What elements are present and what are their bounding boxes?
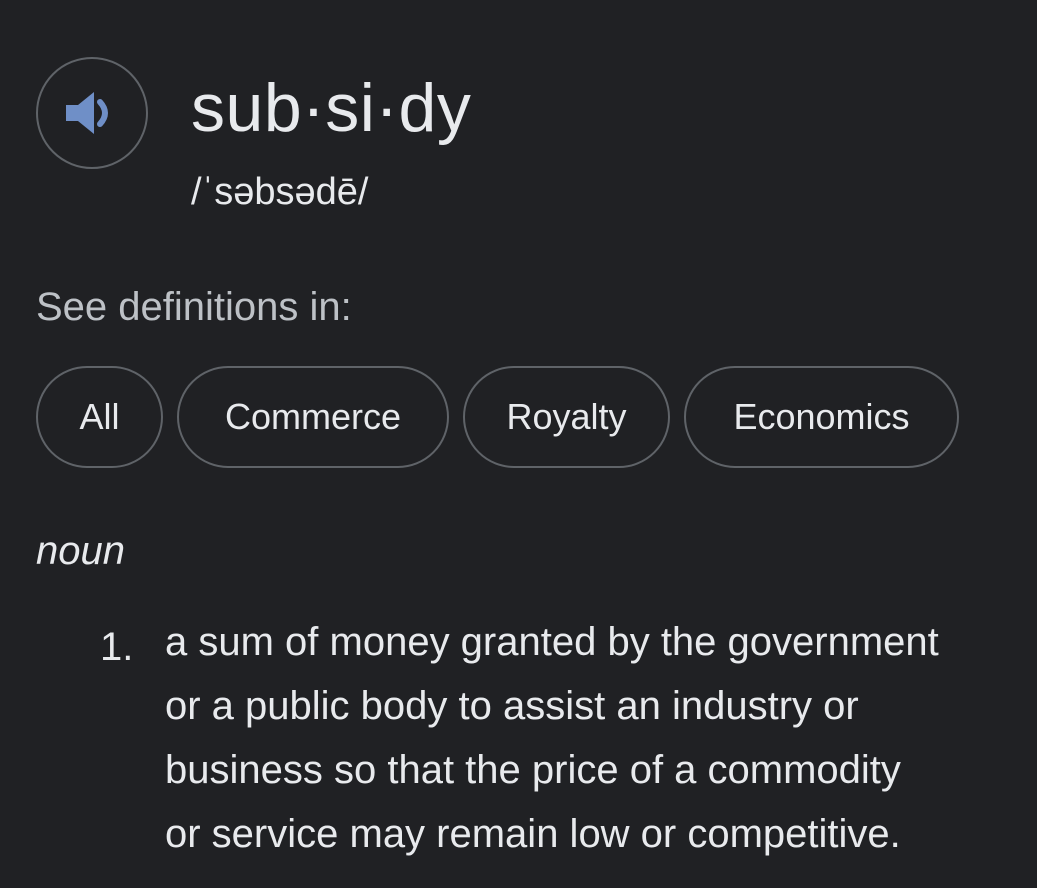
definition-text: a sum of money granted by the government… [165, 610, 1037, 866]
definition-line: a sum of money granted by the government [165, 620, 939, 664]
headword: sub·si·dy [191, 70, 472, 146]
chip-all[interactable]: All [36, 366, 163, 468]
speaker-icon [64, 88, 120, 138]
part-of-speech: noun [36, 529, 125, 573]
phonetic-spelling: /ˈsəbsədē/ [191, 171, 369, 213]
definition-filter-chips: All Commerce Royalty Economics [0, 366, 1037, 468]
chip-commerce[interactable]: Commerce [177, 366, 449, 468]
definition-line: or a public body to assist an industry o… [165, 684, 859, 728]
pronunciation-audio-button[interactable] [36, 57, 148, 169]
definition-number: 1. [100, 625, 134, 669]
see-definitions-label: See definitions in: [36, 285, 352, 329]
definition-line: or service may remain low or competitive… [165, 812, 901, 856]
chip-royalty[interactable]: Royalty [463, 366, 670, 468]
chip-economics[interactable]: Economics [684, 366, 959, 468]
definition-line: business so that the price of a commodit… [165, 748, 901, 792]
